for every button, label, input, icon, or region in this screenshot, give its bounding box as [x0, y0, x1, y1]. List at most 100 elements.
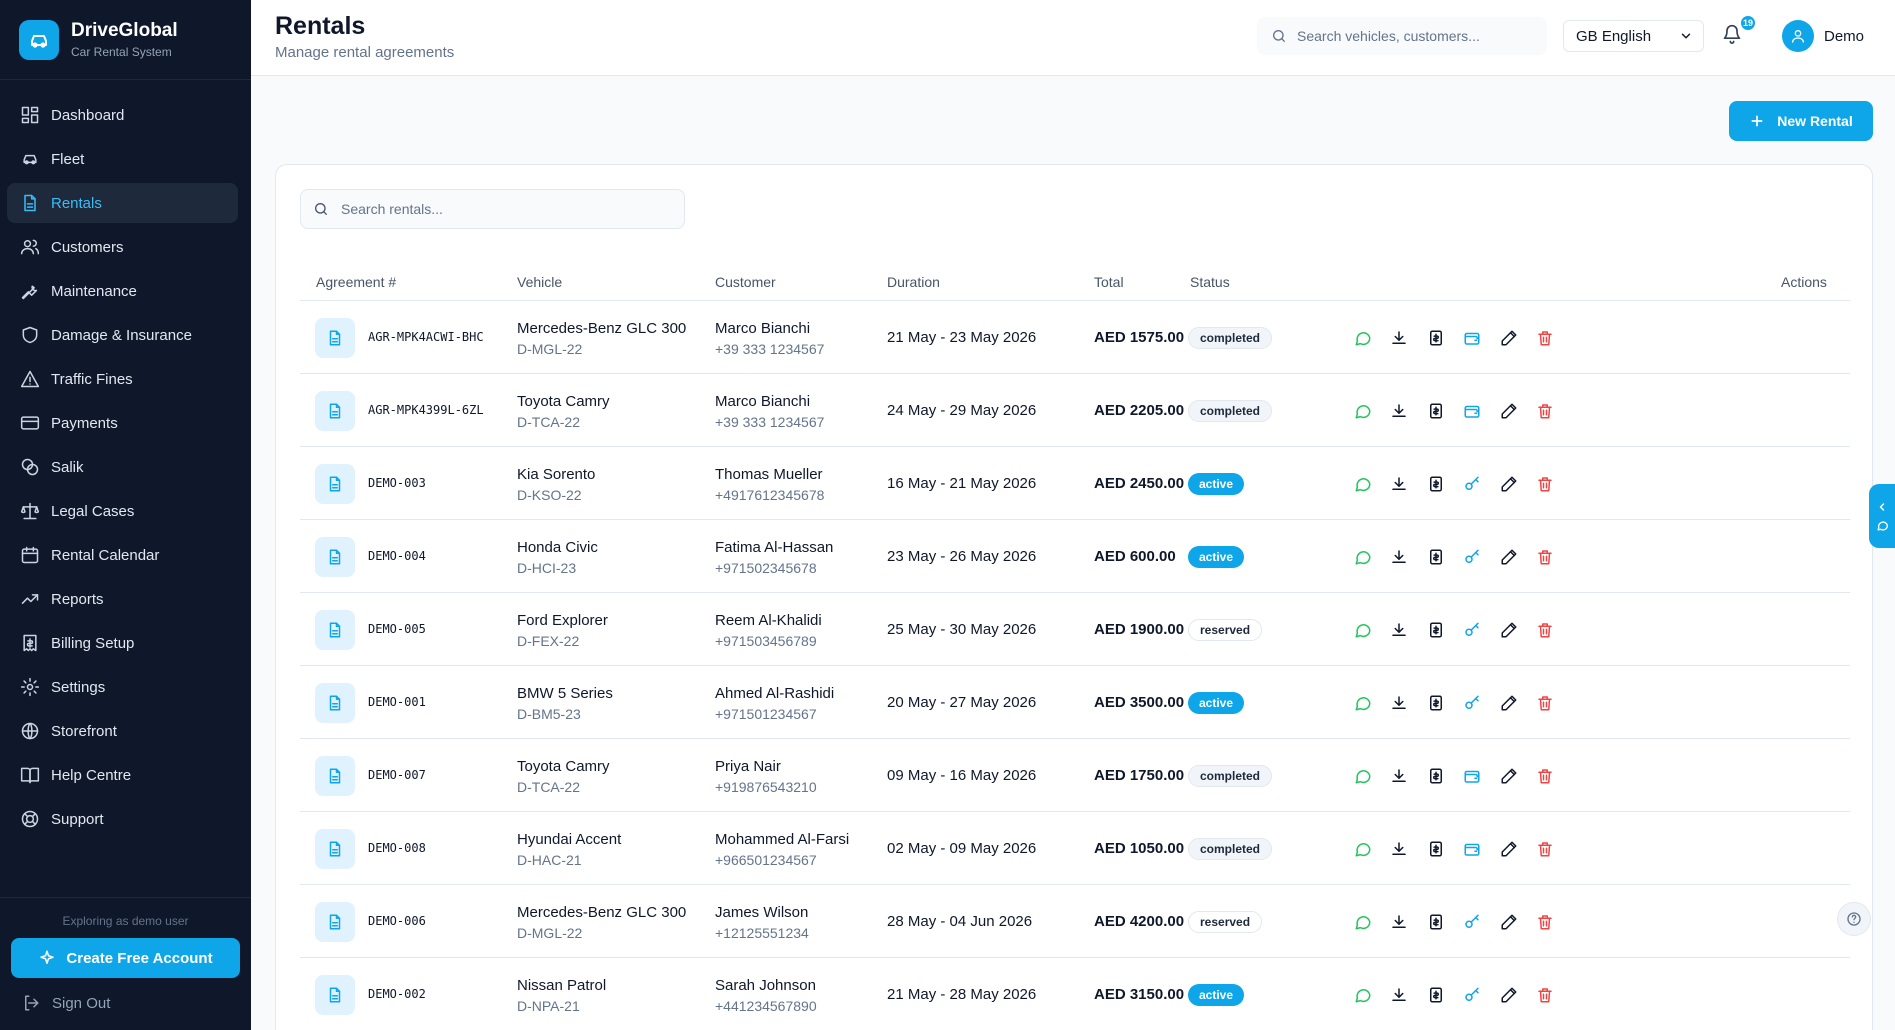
rental-search[interactable]	[300, 189, 685, 229]
agreement-number[interactable]: DEMO-001	[368, 695, 426, 709]
sidebar-item-fleet[interactable]: Fleet	[7, 139, 238, 179]
key-icon[interactable]	[1463, 475, 1481, 493]
download-icon[interactable]	[1390, 402, 1408, 420]
delete-icon[interactable]	[1536, 986, 1554, 1004]
sidebar-item-maintenance[interactable]: Maintenance	[7, 271, 238, 311]
invoice-icon[interactable]	[1427, 621, 1445, 639]
agreement-number[interactable]: DEMO-007	[368, 768, 426, 782]
sidebar-item-settings[interactable]: Settings	[7, 667, 238, 707]
key-icon[interactable]	[1463, 548, 1481, 566]
rental-search-input[interactable]	[341, 201, 671, 217]
invoice-icon[interactable]	[1427, 913, 1445, 931]
agreement-number[interactable]: AGR-MPK4ACWI-BHC	[368, 330, 484, 344]
invoice-icon[interactable]	[1427, 694, 1445, 712]
brand[interactable]: DriveGlobal Car Rental System	[0, 0, 251, 80]
download-icon[interactable]	[1390, 329, 1408, 347]
sidebar-item-customers[interactable]: Customers	[7, 227, 238, 267]
agreement-number[interactable]: DEMO-005	[368, 622, 426, 636]
sidebar-item-rental-calendar[interactable]: Rental Calendar	[7, 535, 238, 575]
edit-icon[interactable]	[1500, 986, 1518, 1004]
key-icon[interactable]	[1463, 913, 1481, 931]
sidebar-item-billing-setup[interactable]: Billing Setup	[7, 623, 238, 663]
delete-icon[interactable]	[1536, 840, 1554, 858]
global-search-input[interactable]	[1297, 28, 1537, 44]
delete-icon[interactable]	[1536, 548, 1554, 566]
delete-icon[interactable]	[1536, 913, 1554, 931]
global-search[interactable]	[1257, 17, 1547, 55]
agreement-number[interactable]: DEMO-003	[368, 476, 426, 490]
download-icon[interactable]	[1390, 986, 1408, 1004]
invoice-icon[interactable]	[1427, 329, 1445, 347]
whatsapp-icon[interactable]	[1354, 986, 1372, 1004]
sidebar-item-dashboard[interactable]: Dashboard	[7, 95, 238, 135]
whatsapp-icon[interactable]	[1354, 621, 1372, 639]
invoice-icon[interactable]	[1427, 767, 1445, 785]
customer-name: Mohammed Al-Farsi	[715, 831, 850, 848]
wallet-icon[interactable]	[1463, 840, 1481, 858]
sign-out-button[interactable]: Sign Out	[11, 994, 240, 1012]
delete-icon[interactable]	[1536, 329, 1554, 347]
create-account-button[interactable]: Create Free Account	[11, 938, 240, 978]
sidebar-item-damage-insurance[interactable]: Damage & Insurance	[7, 315, 238, 355]
sidebar-item-legal-cases[interactable]: Legal Cases	[7, 491, 238, 531]
whatsapp-icon[interactable]	[1354, 913, 1372, 931]
invoice-icon[interactable]	[1427, 986, 1445, 1004]
edit-icon[interactable]	[1500, 621, 1518, 639]
download-icon[interactable]	[1390, 694, 1408, 712]
wallet-icon[interactable]	[1463, 402, 1481, 420]
invoice-icon[interactable]	[1427, 475, 1445, 493]
whatsapp-icon[interactable]	[1354, 475, 1372, 493]
invoice-icon[interactable]	[1427, 840, 1445, 858]
edit-icon[interactable]	[1500, 767, 1518, 785]
whatsapp-icon[interactable]	[1354, 402, 1372, 420]
key-icon[interactable]	[1463, 986, 1481, 1004]
sidebar-item-help-centre[interactable]: Help Centre	[7, 755, 238, 795]
delete-icon[interactable]	[1536, 402, 1554, 420]
agreement-number[interactable]: DEMO-004	[368, 549, 426, 563]
agreement-number[interactable]: DEMO-006	[368, 914, 426, 928]
help-button[interactable]	[1837, 902, 1871, 936]
invoice-icon[interactable]	[1427, 402, 1445, 420]
edit-icon[interactable]	[1500, 475, 1518, 493]
download-icon[interactable]	[1390, 548, 1408, 566]
delete-icon[interactable]	[1536, 621, 1554, 639]
whatsapp-icon[interactable]	[1354, 329, 1372, 347]
sidebar-item-storefront[interactable]: Storefront	[7, 711, 238, 751]
agreement-number[interactable]: AGR-MPK4399L-6ZL	[368, 403, 484, 417]
download-icon[interactable]	[1390, 913, 1408, 931]
edit-icon[interactable]	[1500, 913, 1518, 931]
whatsapp-icon[interactable]	[1354, 548, 1372, 566]
download-icon[interactable]	[1390, 475, 1408, 493]
edit-icon[interactable]	[1500, 329, 1518, 347]
sidebar-item-rentals[interactable]: Rentals	[7, 183, 238, 223]
user-menu[interactable]: Demo	[1782, 20, 1864, 52]
edit-icon[interactable]	[1500, 694, 1518, 712]
sidebar-item-payments[interactable]: Payments	[7, 403, 238, 443]
delete-icon[interactable]	[1536, 475, 1554, 493]
wallet-icon[interactable]	[1463, 767, 1481, 785]
edit-icon[interactable]	[1500, 840, 1518, 858]
download-icon[interactable]	[1390, 621, 1408, 639]
download-icon[interactable]	[1390, 767, 1408, 785]
download-icon[interactable]	[1390, 840, 1408, 858]
edit-icon[interactable]	[1500, 548, 1518, 566]
sidebar-item-reports[interactable]: Reports	[7, 579, 238, 619]
wallet-icon[interactable]	[1463, 329, 1481, 347]
agreement-number[interactable]: DEMO-008	[368, 841, 426, 855]
sidebar-item-traffic-fines[interactable]: Traffic Fines	[7, 359, 238, 399]
sidebar-item-support[interactable]: Support	[7, 799, 238, 839]
whatsapp-icon[interactable]	[1354, 840, 1372, 858]
delete-icon[interactable]	[1536, 694, 1554, 712]
feedback-tab[interactable]	[1869, 484, 1895, 548]
delete-icon[interactable]	[1536, 767, 1554, 785]
invoice-icon[interactable]	[1427, 548, 1445, 566]
key-icon[interactable]	[1463, 694, 1481, 712]
sidebar-item-salik[interactable]: Salik	[7, 447, 238, 487]
whatsapp-icon[interactable]	[1354, 767, 1372, 785]
language-select[interactable]: GB English	[1563, 20, 1704, 52]
new-rental-button[interactable]: New Rental	[1729, 101, 1873, 141]
agreement-number[interactable]: DEMO-002	[368, 987, 426, 1001]
key-icon[interactable]	[1463, 621, 1481, 639]
whatsapp-icon[interactable]	[1354, 694, 1372, 712]
edit-icon[interactable]	[1500, 402, 1518, 420]
